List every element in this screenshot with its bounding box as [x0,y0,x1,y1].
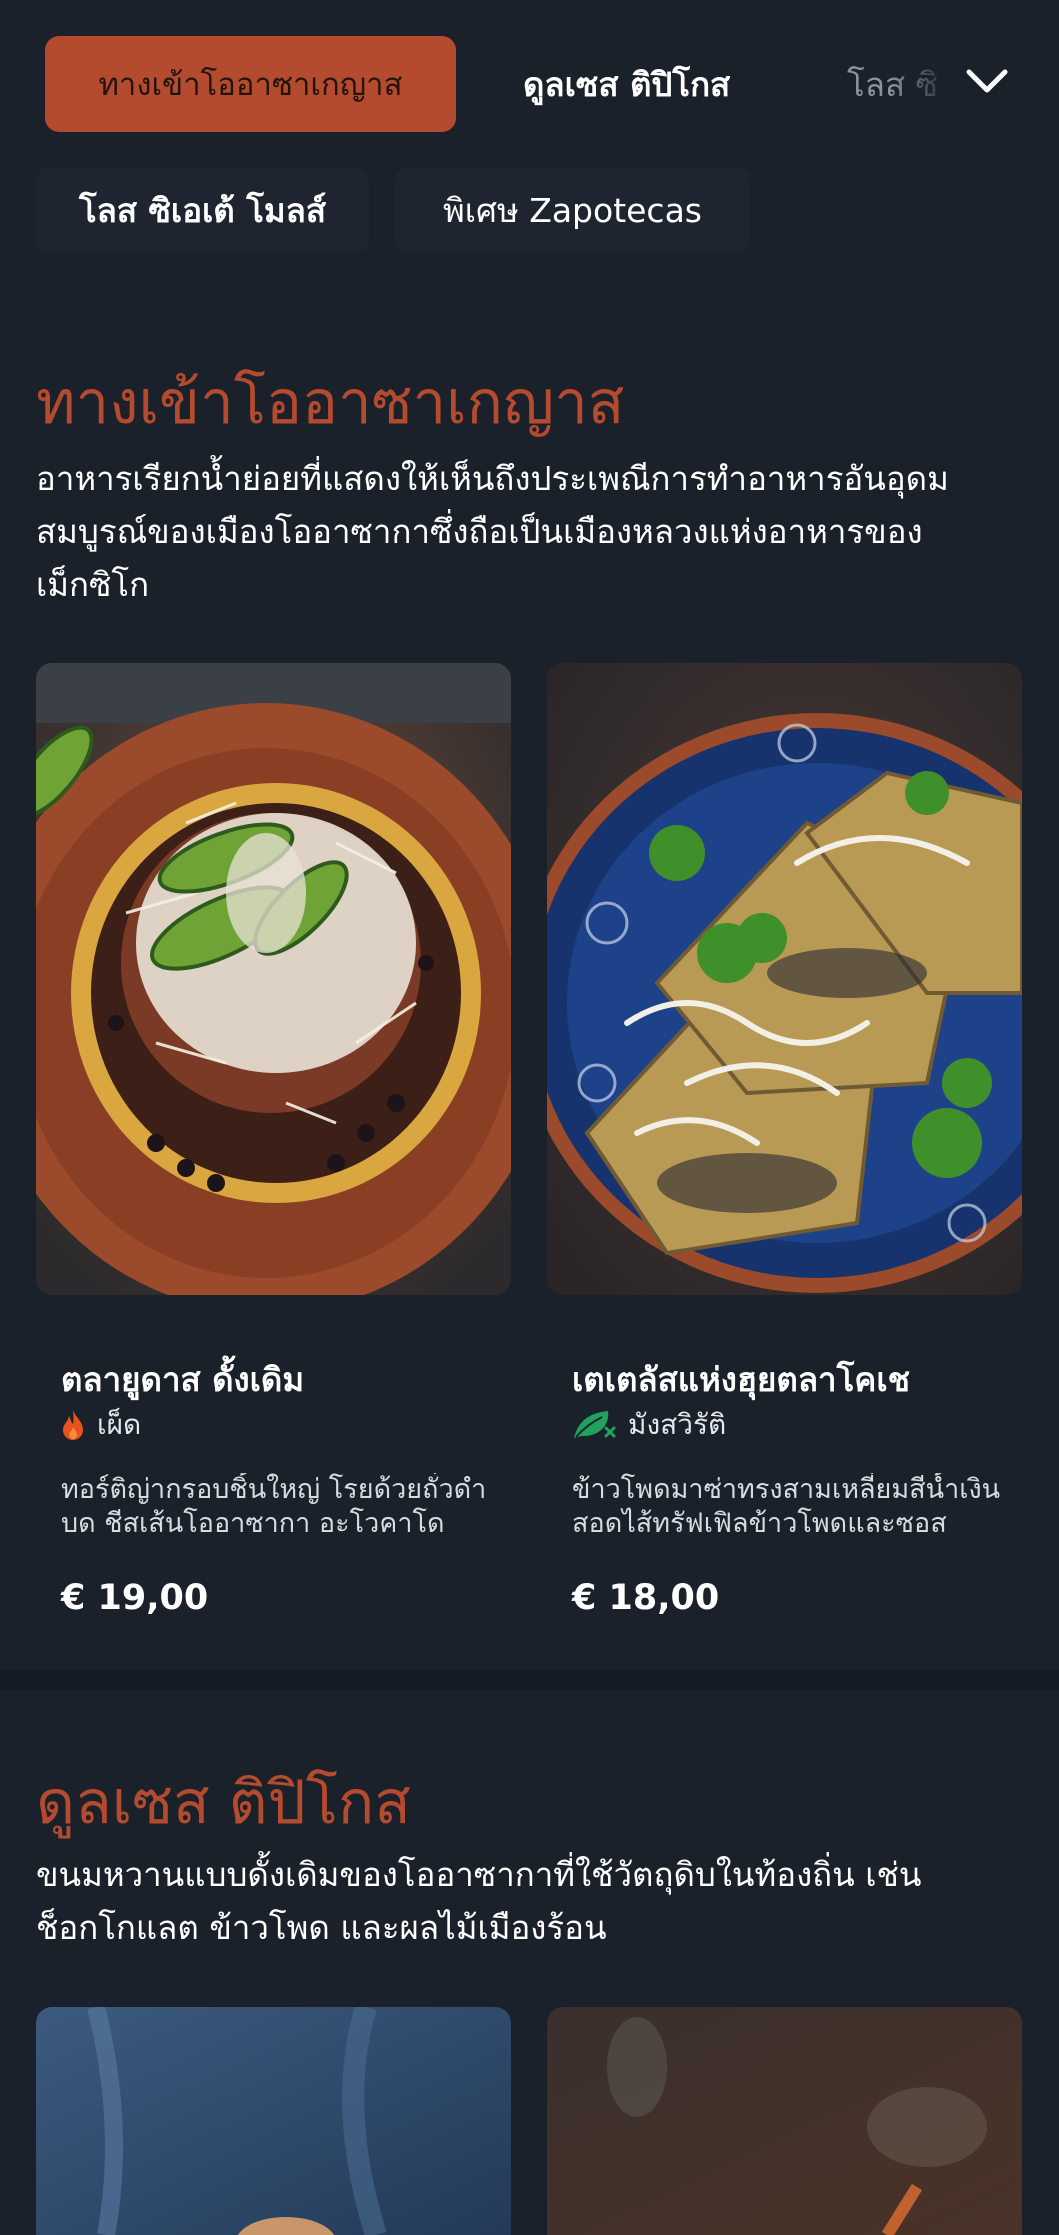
section-description: อาหารเรียกน้ำย่อยที่แสดงให้เห็นถึงประเพณ… [36,459,949,604]
section-divider [0,1670,1059,1690]
tab-dulces-tipicos[interactable]: ดูลเซส ติปิโกส [523,36,730,132]
vegan-leaf-icon [572,1408,616,1442]
section-description: ขนมหวานแบบดั้งเดิมของโออาซากาที่ใช้วัตถุ… [36,1855,922,1947]
menu-item-price: € 19,00 [61,1578,209,1618]
menu-item-description: ทอร์ติญ่ากรอบชิ้นใหญ่ โรยด้วยถั่วดำบด ชี… [61,1474,487,1539]
menu-item-tag-label: เผ็ด [97,1408,142,1441]
menu-item-card[interactable]: เตเตลัสแห่งฮุยตลาโคเช มังสวิรัติ ข้าวโพด… [547,663,1022,1653]
tab-oaxaca-entradas[interactable]: ทางเข้าโออาซาเกญาส [45,36,456,132]
tab-fade-overlay [890,36,970,132]
food-photo-dessert-2[interactable] [547,2007,1022,2235]
food-photo-tetelas [547,663,1022,1295]
menu-item-tag: มังสวิรัติ [572,1405,726,1445]
section-title: ดูลเซส ติปิโกส [36,1768,411,1838]
chip-especial-zapotecas[interactable]: พิเศษ Zapotecas [395,168,750,252]
section-title: ทางเข้าโออาซาเกญาส [36,368,625,438]
food-photo-dessert-1[interactable] [36,2007,511,2235]
menu-item-price: € 18,00 [572,1578,720,1618]
menu-item-tag: เผ็ด [61,1405,141,1445]
menu-item-description: ข้าวโพดมาซ่าทรงสามเหลี่ยมสีน้ำเงินสอดไส้… [572,1474,1001,1539]
menu-item-name: เตเตลัสแห่งฮุยตลาโคเช [572,1360,911,1399]
flame-icon [61,1409,85,1441]
menu-item-tag-label: มังสวิรัติ [628,1408,727,1441]
food-photo-tlayuda [36,663,511,1295]
menu-item-card[interactable]: ตลายูดาส ดั้งเดิม เผ็ด ทอร์ติญ่ากรอบชิ้น… [36,663,511,1653]
category-nav: ทางเข้าโออาซาเกญาส ดูลเซส ติปิโกส โลส ซิ [0,0,1059,165]
chevron-down-icon[interactable] [963,62,1011,102]
chip-los-siete-moles[interactable]: โลส ซิเอเต้ โมลส์ [36,168,369,252]
menu-item-name: ตลายูดาส ดั้งเดิม [61,1360,305,1399]
